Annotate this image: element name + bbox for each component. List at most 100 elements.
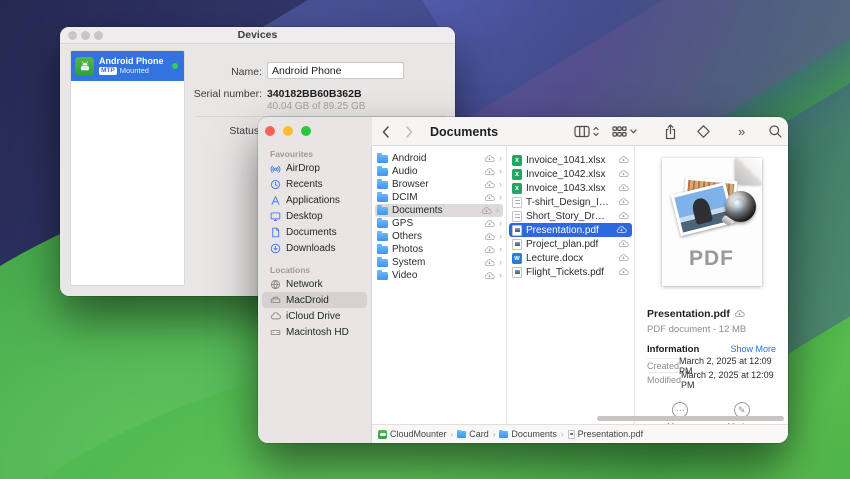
airdrop-icon xyxy=(270,165,281,173)
zoom-icon[interactable] xyxy=(94,31,103,40)
device-name-input[interactable] xyxy=(267,62,404,79)
search-icon[interactable] xyxy=(768,117,783,146)
sidebar-item-label: Documents xyxy=(286,226,337,238)
zoom-icon[interactable] xyxy=(301,126,311,136)
file-label: Project_plan.pdf xyxy=(526,238,599,250)
file-row[interactable]: Short_Story_Draft.txt xyxy=(507,209,634,223)
sidebar-item-macdroid[interactable]: MacDroid xyxy=(262,292,367,308)
share-icon[interactable] xyxy=(664,117,677,146)
path-segment-folder[interactable]: Card xyxy=(457,429,489,439)
folder-icon xyxy=(377,166,388,176)
sidebar-item-airdrop[interactable]: AirDrop xyxy=(258,160,371,176)
folder-icon xyxy=(377,218,388,228)
folder-icon xyxy=(377,153,388,163)
minimize-icon[interactable] xyxy=(81,31,90,40)
file-row[interactable]: Invoice_1042.xlsx xyxy=(507,167,634,181)
file-row[interactable]: Flight_Tickets.pdf xyxy=(507,265,634,279)
folder-label: System xyxy=(392,257,426,268)
folder-label: DCIM xyxy=(392,192,418,203)
more-toolbar-items-icon[interactable]: » xyxy=(738,117,745,146)
forward-button[interactable] xyxy=(405,117,414,146)
sidebar-item-label: Downloads xyxy=(286,242,336,254)
applications-icon xyxy=(271,195,280,205)
devices-titlebar[interactable]: Devices xyxy=(60,27,455,44)
folder-row[interactable]: Android › xyxy=(372,152,506,165)
folder-label: Audio xyxy=(392,166,418,177)
folder-row[interactable]: Audio › xyxy=(372,165,506,178)
finder-traffic-lights[interactable] xyxy=(265,126,311,136)
cloud-download-icon xyxy=(618,254,629,262)
network-globe-icon xyxy=(270,279,281,289)
devices-traffic-lights[interactable] xyxy=(68,31,103,40)
file-row[interactable]: Project_plan.pdf xyxy=(507,237,634,251)
toolbar-sidebar-area xyxy=(258,117,372,146)
close-icon[interactable] xyxy=(68,31,77,40)
cloud-download-icon xyxy=(484,219,495,228)
finder-window: Documents » Favourites AirDrop Recents A… xyxy=(258,117,788,443)
pdf-preview-icon[interactable]: PDF xyxy=(661,158,762,286)
clock-icon xyxy=(270,179,281,189)
folder-row[interactable]: System › xyxy=(372,256,506,269)
sidebar-item-documents[interactable]: Documents xyxy=(258,224,371,240)
sidebar-item-downloads[interactable]: Downloads xyxy=(258,240,371,256)
sidebar-item-network[interactable]: Network xyxy=(258,276,371,292)
file-row[interactable]: Invoice_1043.xlsx xyxy=(507,181,634,195)
sidebar-item-icloud-drive[interactable]: iCloud Drive xyxy=(258,308,371,324)
cloud-download-icon xyxy=(484,167,495,176)
file-row[interactable]: Lecture.docx xyxy=(507,251,634,265)
sidebar-item-label: Macintosh HD xyxy=(286,326,349,338)
show-more-link[interactable]: Show More xyxy=(730,344,776,354)
info-row-modified: Modified March 2, 2025 at 12:09 PM xyxy=(647,370,776,390)
pdf-icon-label: PDF xyxy=(689,247,734,270)
sidebar-item-recents[interactable]: Recents xyxy=(258,176,371,192)
file-label: Flight_Tickets.pdf xyxy=(526,266,604,278)
file-label: Presentation.pdf xyxy=(526,224,599,236)
close-icon[interactable] xyxy=(265,126,275,136)
horizontal-scrollbar[interactable] xyxy=(597,416,784,421)
folder-row[interactable]: GPS › xyxy=(372,217,506,230)
xlsx-file-icon xyxy=(512,154,522,166)
path-label: Card xyxy=(469,429,489,439)
path-segment-app[interactable]: CloudMounter xyxy=(378,429,447,439)
file-label: Invoice_1042.xlsx xyxy=(526,168,606,180)
cloud-download-icon xyxy=(618,198,629,206)
folder-row[interactable]: Video › xyxy=(372,269,506,282)
desktop-icon xyxy=(270,211,281,221)
file-row[interactable]: T-shirt_Design_Ideas.txt xyxy=(507,195,634,209)
download-icon xyxy=(270,243,281,253)
folder-row[interactable]: Others › xyxy=(372,230,506,243)
cloud-download-icon xyxy=(618,212,629,220)
internal-drive-icon xyxy=(270,329,281,335)
tag-icon[interactable] xyxy=(696,117,711,146)
path-segment-folder[interactable]: Documents xyxy=(499,429,557,439)
folder-row[interactable]: Photos › xyxy=(372,243,506,256)
folder-row[interactable]: DCIM › xyxy=(372,191,506,204)
xlsx-file-icon xyxy=(512,182,522,194)
group-by-button[interactable] xyxy=(612,117,637,146)
modified-value: March 2, 2025 at 12:09 PM xyxy=(681,369,774,390)
path-segment-file[interactable]: Presentation.pdf xyxy=(567,429,643,439)
file-row[interactable]: Invoice_1041.xlsx xyxy=(507,153,634,167)
file-label: Lecture.docx xyxy=(526,252,584,264)
finder-content: Android › Audio › Browser › DCIM › Documents… xyxy=(372,146,788,431)
folder-row[interactable]: Browser › xyxy=(372,178,506,191)
path-separator: › xyxy=(560,429,564,439)
pdf-file-icon xyxy=(567,429,575,439)
folder-icon xyxy=(377,205,388,215)
back-button[interactable] xyxy=(381,117,390,146)
sidebar-item-label: iCloud Drive xyxy=(286,310,341,322)
view-columns-button[interactable] xyxy=(574,117,599,146)
chevron-right-icon: › xyxy=(499,218,502,228)
device-row-android-phone[interactable]: Android Phone MTP Mounted xyxy=(71,51,184,81)
sidebar-item-applications[interactable]: Applications xyxy=(258,192,371,208)
preview-file-name: Presentation.pdf xyxy=(647,308,730,320)
file-row-selected[interactable]: Presentation.pdf xyxy=(509,223,632,237)
status-label: Status: xyxy=(229,125,262,137)
minimize-icon[interactable] xyxy=(283,126,293,136)
cloud-download-icon xyxy=(618,240,629,248)
sidebar-item-desktop[interactable]: Desktop xyxy=(258,208,371,224)
chevron-right-icon: › xyxy=(499,153,502,163)
folder-row-selected[interactable]: Documents › xyxy=(375,204,503,217)
pdf-file-icon xyxy=(512,238,522,250)
sidebar-item-macintosh-hd[interactable]: Macintosh HD xyxy=(258,324,371,340)
